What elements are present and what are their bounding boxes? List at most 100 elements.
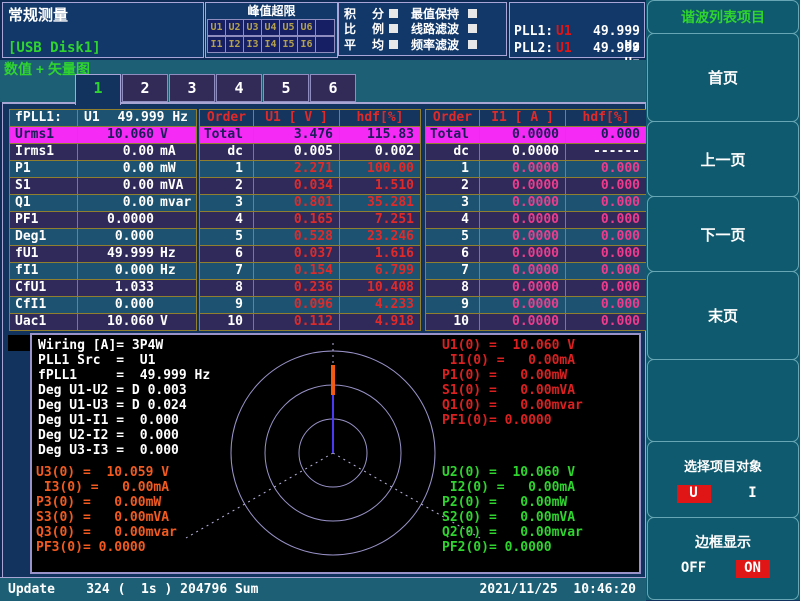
readout-line: fPLL1 = 49.999 Hz	[38, 368, 210, 383]
param-unit: V	[154, 314, 196, 330]
value-cell: 0.154	[254, 263, 340, 279]
order-cell: 10	[426, 314, 480, 330]
dc-hdf: 0.002	[340, 144, 420, 160]
sidebar-button-next-page[interactable]: 下一页	[647, 196, 799, 272]
indicator-square-icon	[389, 40, 398, 49]
measure-toggles-panel: 积 分 最值保持 比 例 线路滤波 平 均 频率滤波	[338, 2, 507, 56]
peak-cell-empty	[315, 19, 335, 36]
element-row-fU1: fU149.999Hz	[10, 246, 196, 263]
hdf-cell: 4.918	[340, 314, 420, 330]
wiring-info-block: Wiring [A]= 3P4WPLL1 Src = U1fPLL1 = 49.…	[38, 338, 210, 458]
element-row-CfU1: CfU11.033	[10, 280, 196, 297]
harmonic-row: 20.00000.000	[426, 178, 646, 195]
value-cell: 0.0000	[480, 229, 566, 245]
hdf-cell: 35.281	[340, 195, 420, 211]
option-off[interactable]: OFF	[677, 560, 711, 578]
total-value: 0.0000	[480, 127, 566, 143]
total-value: 3.476	[254, 127, 340, 143]
tab-1[interactable]: 1	[75, 74, 121, 105]
peak-cell-empty	[315, 36, 335, 53]
dc-value: 0.005	[254, 144, 340, 160]
harmonic-row: 60.00000.000	[426, 246, 646, 263]
value-cell: 0.0000	[480, 314, 566, 330]
order-cell: 10	[200, 314, 254, 330]
readout-line: P3(0) = 0.00mW	[36, 495, 177, 510]
value-cell: 0.112	[254, 314, 340, 330]
harmonic-row: 80.23610.408	[200, 280, 420, 297]
usb-status: [USB Disk1]	[8, 40, 101, 56]
instrument-screen: 常规测量 [USB Disk1] 峰值超限 U1U2U3U4U5U6 I1I2I…	[0, 0, 800, 600]
sidebar-button-home[interactable]: 首页	[647, 33, 799, 122]
hdf-cell: 6.799	[340, 263, 420, 279]
harmonic-row: 100.00000.000	[426, 314, 646, 330]
item-selector-label: 选择项目对象	[648, 456, 798, 475]
indicator-square-icon	[389, 24, 398, 33]
param-name: Deg1	[10, 229, 78, 245]
toggle-row-averaging: 平 均 频率滤波	[339, 37, 506, 52]
param-unit	[154, 212, 196, 228]
readout-line: U2(0) = 10.060 V	[442, 465, 583, 480]
harmonic-row: 40.1657.251	[200, 212, 420, 229]
param-name: S1	[10, 178, 78, 194]
value-cell: 0.165	[254, 212, 340, 228]
peak-cell-U5: U5	[279, 19, 298, 36]
order-cell: 1	[200, 161, 254, 177]
param-name: fI1	[10, 263, 78, 279]
param-value: 0.00	[78, 178, 154, 194]
option-on[interactable]: ON	[736, 560, 770, 578]
element-row-CfI1: CfI10.000	[10, 297, 196, 314]
sidebar-button-last-page[interactable]: 末页	[647, 271, 799, 360]
param-name: Uac1	[10, 314, 78, 330]
peak-cell-U2: U2	[225, 19, 244, 36]
param-unit: mA	[154, 144, 196, 160]
mode-panel: 常规测量 [USB Disk1]	[2, 2, 204, 58]
harmonic-row: 90.0964.233	[200, 297, 420, 314]
order-cell: 9	[426, 297, 480, 313]
param-unit: mVA	[154, 178, 196, 194]
option-i[interactable]: I	[736, 485, 770, 503]
peak-cell-I1: I1	[207, 36, 226, 53]
harmonic-row: 50.00000.000	[426, 229, 646, 246]
value-cell: 0.801	[254, 195, 340, 211]
option-u[interactable]: U	[677, 485, 711, 503]
param-value: 0.000	[78, 229, 154, 245]
column-order: Order	[200, 110, 254, 126]
fpll-label: fPLL1:	[10, 110, 78, 126]
order-cell: 6	[426, 246, 480, 262]
peak-cell-I5: I5	[279, 36, 298, 53]
sidebar-title: 谐波列表项目	[647, 0, 799, 34]
tab-6[interactable]: 6	[310, 74, 356, 102]
sidebar-button-prev-page[interactable]: 上一页	[647, 121, 799, 197]
indicator-square-icon	[389, 9, 398, 18]
voltage-harmonics-table: OrderU1 [ V ]hdf[%]Total3.476115.83dc0.0…	[199, 109, 421, 331]
value-cell: 0.034	[254, 178, 340, 194]
readout-line: Q3(0) = 0.00mvar	[36, 525, 177, 540]
vector-chart-panel: Wiring [A]= 3P4WPLL1 Src = U1fPLL1 = 49.…	[30, 333, 641, 574]
tab-3[interactable]: 3	[169, 74, 215, 102]
value-cell: 0.236	[254, 280, 340, 296]
readout-line: PF2(0)= 0.0000	[442, 540, 583, 555]
tab-2[interactable]: 2	[122, 74, 168, 102]
value-cell: 0.037	[254, 246, 340, 262]
hdf-cell: 1.510	[340, 178, 420, 194]
harmonic-row: 90.00000.000	[426, 297, 646, 314]
peak-row-i: I1I2I3I4I5I6	[208, 36, 335, 53]
order-cell: 7	[200, 263, 254, 279]
readout-line: I1(0) = 0.00mA	[442, 353, 583, 368]
param-name: CfI1	[10, 297, 78, 313]
harmonic-row: 70.1546.799	[200, 263, 420, 280]
tab-5[interactable]: 5	[263, 74, 309, 102]
indicator-square-icon	[468, 24, 477, 33]
freq-filter-label: 频率滤波	[411, 36, 463, 53]
tab-4[interactable]: 4	[216, 74, 262, 102]
readout-line: I3(0) = 0.00mA	[36, 480, 177, 495]
prev-page-button-label: 上一页	[700, 149, 745, 170]
element-row-fI1: fI10.000Hz	[10, 263, 196, 280]
param-value: 10.060	[78, 127, 154, 143]
order-cell: 8	[426, 280, 480, 296]
order-cell: 4	[426, 212, 480, 228]
readout-line: S2(0) = 0.00mVA	[442, 510, 583, 525]
harmonic-dc-row: dc0.0000------	[426, 144, 646, 161]
element-row-Irms1: Irms10.00mA	[10, 144, 196, 161]
harmonic-row: 20.0341.510	[200, 178, 420, 195]
